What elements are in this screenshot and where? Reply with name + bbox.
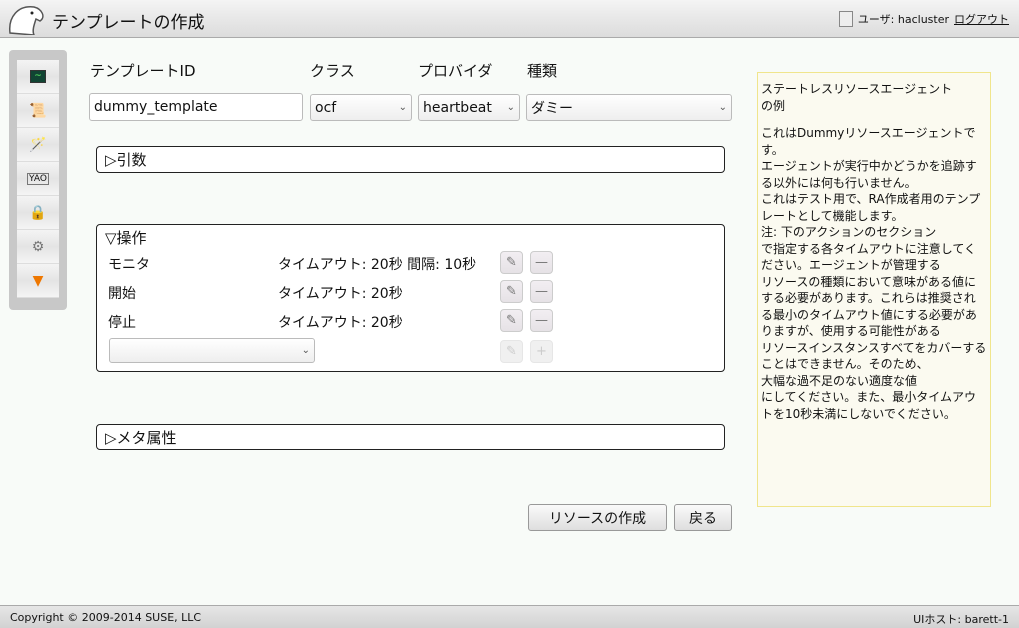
- help-panel: ステートレスリソースエージェント の例 これはDummyリソースエージェントです…: [757, 72, 991, 507]
- help-title: ステートレスリソースエージェント の例: [761, 82, 953, 113]
- add-op-button[interactable]: +: [530, 340, 553, 363]
- op-name: 開始: [108, 286, 136, 302]
- new-op-select[interactable]: ⌄: [109, 338, 315, 363]
- edit-new-op-button[interactable]: ✎: [500, 340, 523, 363]
- lock-icon: 🔒: [29, 204, 47, 221]
- class-value: ocf: [315, 99, 337, 116]
- sidebar-item-filter[interactable]: ▼: [17, 264, 59, 298]
- op-detail: タイムアウト: 20秒: [278, 315, 403, 331]
- sidebar-item-wizard[interactable]: 🪄: [17, 128, 59, 162]
- sidebar-item-config[interactable]: YAO: [17, 162, 59, 196]
- sidebar: ~ 📜 🪄 YAO 🔒 ⚙ ▼: [9, 50, 67, 310]
- edit-op-button[interactable]: ✎: [500, 280, 523, 303]
- header: テンプレートの作成 ユーザ: hacluster ログアウト: [0, 0, 1019, 38]
- provider-select[interactable]: heartbeat ⌄: [418, 94, 520, 121]
- user-icon: [838, 11, 853, 27]
- type-label: 種類: [527, 62, 558, 80]
- template-id-input[interactable]: dummy_template: [89, 93, 303, 121]
- operations-panel: ▽操作 モニタ タイムアウト: 20秒 間隔: 10秒 開始 タイムアウト: 2…: [96, 224, 725, 372]
- filter-icon: ▼: [32, 272, 44, 289]
- provider-label: プロバイダ: [418, 62, 493, 80]
- wand-icon: 🪄: [29, 136, 47, 153]
- help-body: これはDummyリソースエージェントです。 エージェントが実行中かどうかを追跡す…: [761, 126, 987, 421]
- meta-attributes-header[interactable]: ▷メタ属性: [97, 425, 724, 450]
- back-button[interactable]: 戻る: [674, 504, 732, 531]
- edit-op-button[interactable]: ✎: [500, 251, 523, 274]
- class-select[interactable]: ocf ⌄: [310, 94, 412, 121]
- scroll-search-icon: 📜: [29, 102, 47, 119]
- template-id-label: テンプレートID: [90, 62, 196, 80]
- op-detail: タイムアウト: 20秒: [278, 286, 403, 302]
- remove-op-button[interactable]: —: [530, 280, 553, 303]
- operations-header[interactable]: ▽操作: [97, 225, 724, 250]
- sidebar-item-settings[interactable]: ⚙: [17, 230, 59, 264]
- copyright: Copyright © 2009-2014 SUSE, LLC: [10, 611, 202, 624]
- monitor-icon: ~: [30, 70, 46, 83]
- chevron-down-icon: ⌄: [301, 345, 310, 356]
- arguments-panel[interactable]: ▷引数: [96, 146, 725, 173]
- page-title: テンプレートの作成: [52, 13, 205, 33]
- sidebar-item-access[interactable]: 🔒: [17, 196, 59, 230]
- ui-host: UIホスト: barett-1: [913, 613, 1009, 626]
- create-resource-button[interactable]: リソースの作成: [528, 504, 667, 531]
- meta-attributes-panel[interactable]: ▷メタ属性: [96, 424, 725, 450]
- arguments-header[interactable]: ▷引数: [97, 147, 724, 172]
- class-label: クラス: [310, 62, 355, 80]
- hawk-logo-icon: [9, 6, 44, 35]
- chevron-down-icon: ⌄: [718, 102, 727, 113]
- chevron-down-icon: ⌄: [398, 102, 407, 113]
- sidebar-item-history[interactable]: 📜: [17, 94, 59, 128]
- op-name: モニタ: [108, 257, 150, 273]
- provider-value: heartbeat: [423, 99, 492, 116]
- config-icon: YAO: [27, 172, 49, 185]
- logout-link[interactable]: ログアウト: [954, 11, 1009, 27]
- gears-icon: ⚙: [31, 238, 45, 255]
- chevron-down-icon: ⌄: [506, 102, 515, 113]
- op-detail: タイムアウト: 20秒 間隔: 10秒: [278, 257, 477, 273]
- op-name: 停止: [108, 315, 136, 331]
- type-value: ダミー: [531, 100, 573, 117]
- edit-op-button[interactable]: ✎: [500, 309, 523, 332]
- footer: Copyright © 2009-2014 SUSE, LLC UIホスト: b…: [0, 605, 1019, 628]
- remove-op-button[interactable]: —: [530, 251, 553, 274]
- type-select[interactable]: ダミー ⌄: [526, 94, 732, 121]
- remove-op-button[interactable]: —: [530, 309, 553, 332]
- user-label: ユーザ: hacluster: [857, 13, 949, 26]
- sidebar-item-status[interactable]: ~: [17, 60, 59, 94]
